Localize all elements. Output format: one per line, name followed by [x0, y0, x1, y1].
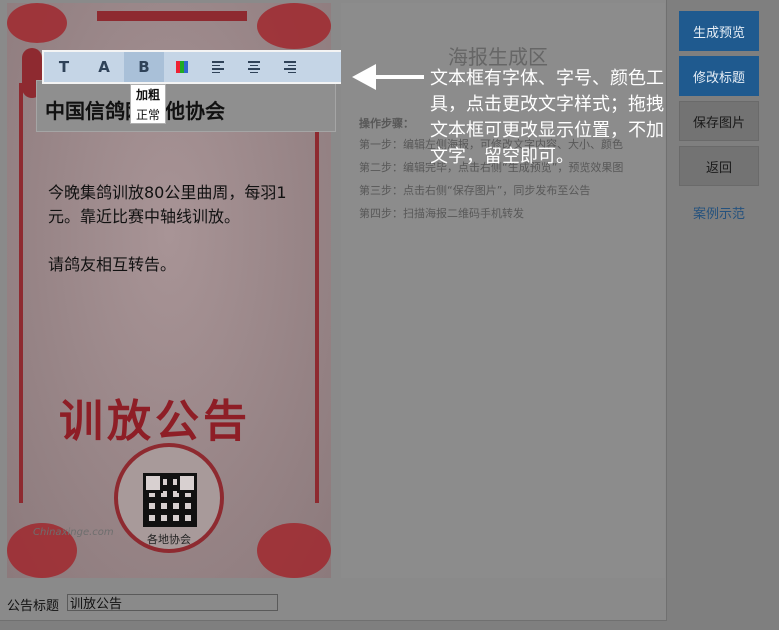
text-style-toolbar: T A B — [42, 50, 345, 84]
annotation-text: 文本框有字体、字号、颜色工具，点击更改文字样式；拖拽文本框可更改显示位置，不加文… — [430, 68, 664, 167]
poster-body-textbox[interactable]: 今晚集鸽训放80公里曲周，每羽1元。靠近比赛中轴线训放。 请鸽友相互转告。 — [48, 181, 318, 301]
align-left-button[interactable] — [200, 52, 236, 82]
qr-label: 各地协会 — [147, 533, 191, 546]
poster-border-left — [19, 83, 23, 503]
arrow-shaft — [372, 75, 424, 79]
headline-textbox[interactable]: 中国信鸽网其他协会 — [36, 80, 336, 132]
color-palette-icon — [176, 61, 188, 73]
font-family-button[interactable]: T — [44, 52, 84, 82]
align-right-icon — [284, 61, 296, 73]
color-button[interactable] — [164, 52, 200, 82]
dropdown-option-normal[interactable]: 正常 — [131, 105, 165, 125]
align-center-icon — [248, 61, 260, 73]
blossom-decoration — [7, 3, 67, 43]
bold-button[interactable]: B — [124, 52, 164, 82]
generate-preview-button[interactable]: 生成预览 — [679, 11, 759, 51]
title-label: 公告标题 — [7, 599, 60, 614]
save-image-button[interactable]: 保存图片 — [679, 101, 759, 141]
blossom-decoration — [257, 3, 331, 49]
bold-icon: B — [138, 58, 150, 76]
qr-code-icon — [143, 473, 197, 527]
align-right-button[interactable] — [272, 52, 308, 82]
case-demo-link[interactable]: 案例示范 — [679, 203, 759, 222]
bold-dropdown: 加粗 正常 — [130, 84, 166, 124]
step-item: 第三步：点击右侧“保存图片”，同步发布至公告 — [359, 184, 591, 197]
back-button[interactable]: 返回 — [679, 146, 759, 186]
font-size-button[interactable]: A — [84, 52, 124, 82]
font-size-icon: A — [98, 58, 110, 76]
align-center-button[interactable] — [236, 52, 272, 82]
poster-top-bar — [97, 11, 247, 21]
step-item: 第四步：扫描海报二维码手机转发 — [359, 207, 524, 220]
poster-calligraphy-title: 训放公告 — [59, 396, 251, 447]
dropdown-option-bold[interactable]: 加粗 — [131, 85, 165, 105]
font-icon: T — [58, 58, 70, 76]
align-left-icon — [212, 61, 224, 73]
poster-body-line: 请鸽友相互转告。 — [48, 255, 177, 274]
edit-title-button[interactable]: 修改标题 — [679, 56, 759, 96]
poster-watermark: Chinaxinge.com — [33, 527, 114, 538]
announcement-title-input[interactable] — [67, 594, 278, 611]
blossom-decoration — [257, 523, 331, 578]
poster-body-line: 今晚集鸽训放80公里曲周，每羽1元。靠近比赛中轴线训放。 — [48, 183, 287, 226]
